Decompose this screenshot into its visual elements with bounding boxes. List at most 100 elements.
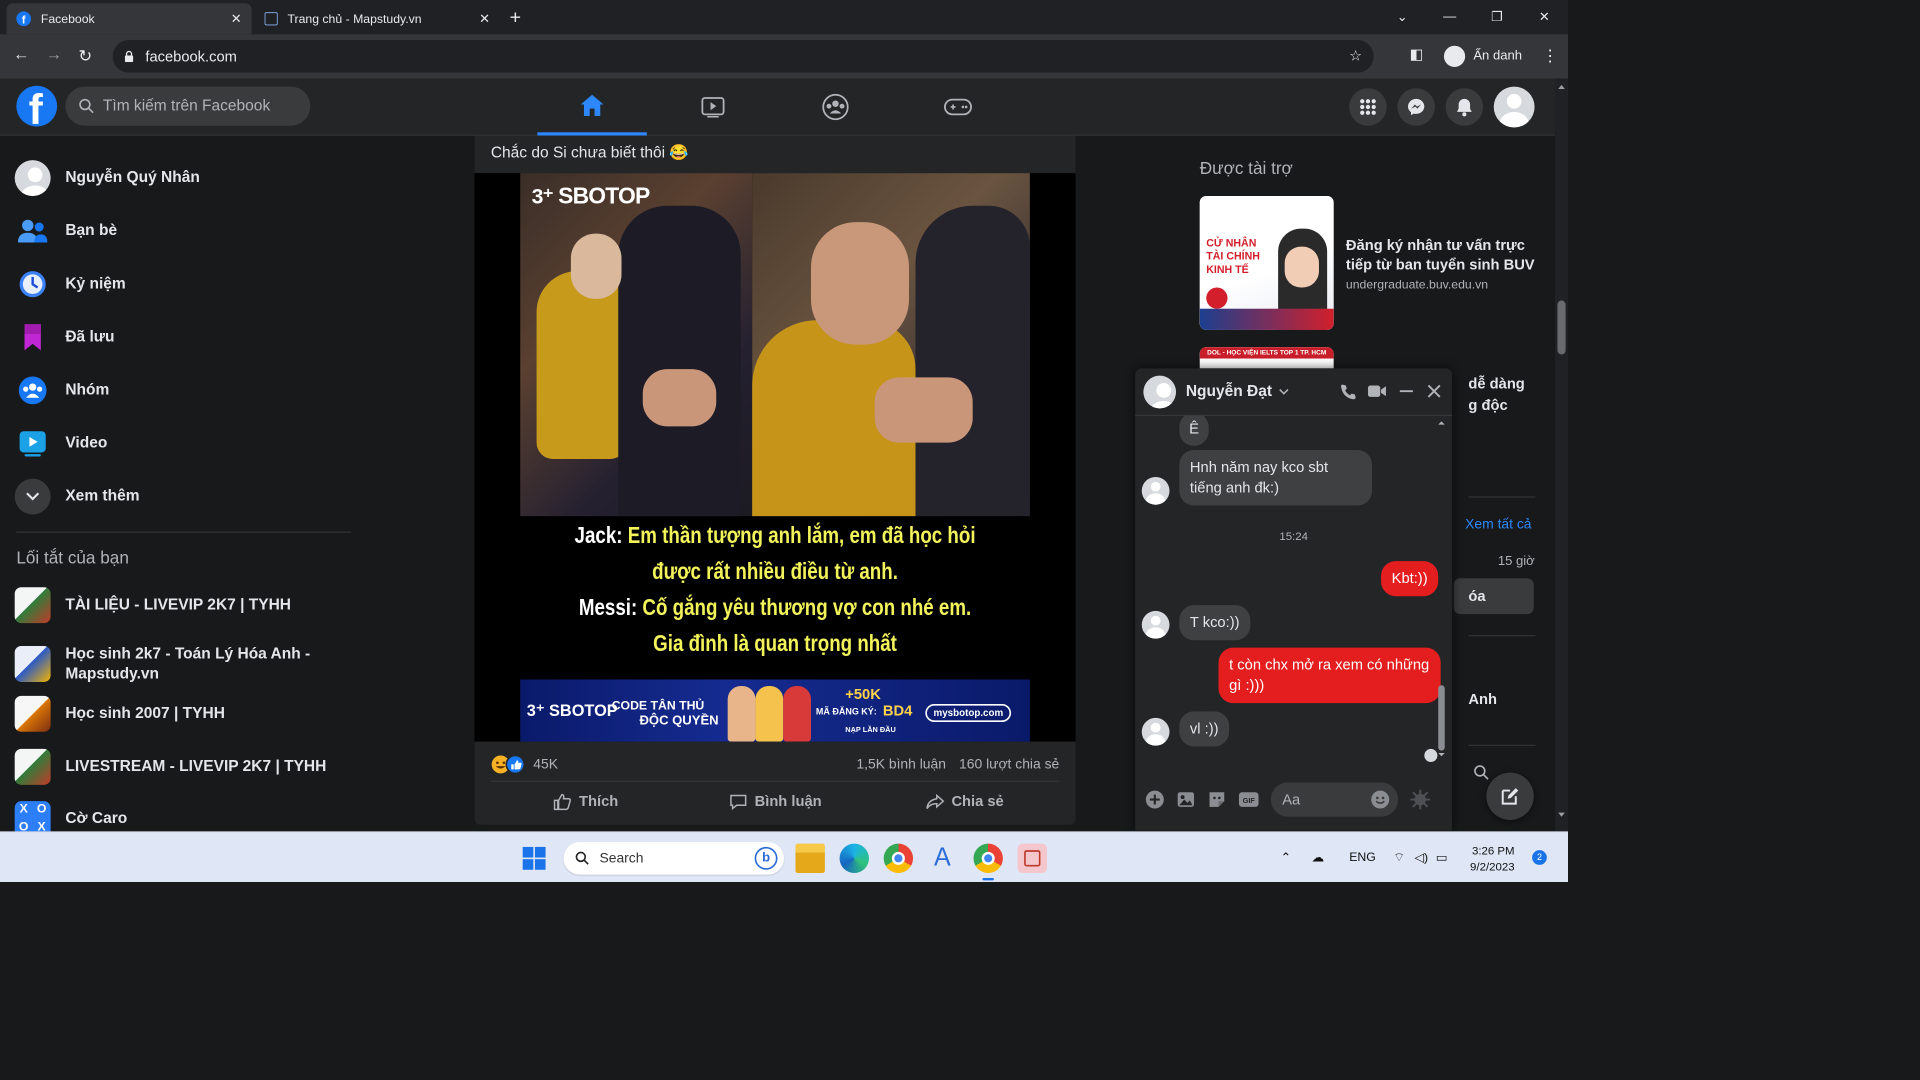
notifications-button[interactable] <box>1445 88 1484 126</box>
chrome-icon[interactable] <box>883 843 914 874</box>
volume-icon[interactable]: ◁) <box>1415 850 1429 865</box>
close-tab-icon[interactable]: ✕ <box>231 11 242 27</box>
post-image[interactable]: 3⁺ SBOTOP Jack: Em thần tượng anh lắm, e… <box>474 173 1076 742</box>
tab-search-icon[interactable]: ⌄ <box>1379 9 1426 25</box>
minimize-icon[interactable] <box>1398 383 1414 399</box>
chat-header[interactable]: Nguyễn Đạt <box>1135 368 1453 416</box>
app-icon[interactable] <box>1017 843 1048 874</box>
share-button[interactable]: Chia sẻ <box>870 782 1059 822</box>
incognito-badge[interactable]: Ẩn danh <box>1437 41 1528 72</box>
phone-icon[interactable] <box>1339 383 1356 400</box>
taskbar-clock[interactable]: 3:26 PM 9/2/2023 <box>1470 842 1515 875</box>
app-icon[interactable]: Ａ <box>928 844 957 873</box>
shortcut-item[interactable]: TÀI LIỆU - LIVEVIP 2K7 | TYHH <box>14 584 358 626</box>
scroll-thumb[interactable] <box>1438 685 1445 751</box>
restore-button[interactable]: ❐ <box>1473 9 1520 25</box>
notification-badge[interactable]: 2 <box>1532 850 1547 865</box>
message-bubble[interactable]: Ê <box>1179 415 1209 446</box>
image-icon[interactable] <box>1176 790 1196 810</box>
chat-composer: GIF Aa <box>1135 769 1452 831</box>
page-scrollbar[interactable] <box>1554 78 1569 832</box>
shortcut-item[interactable]: Học sinh 2k7 - Toán Lý Hóa Anh - Mapstud… <box>14 639 358 690</box>
quick-reaction-icon[interactable] <box>1410 789 1431 810</box>
emoji-icon[interactable] <box>1370 790 1390 810</box>
back-button[interactable]: ← <box>13 46 29 65</box>
close-tab-icon[interactable]: ✕ <box>479 11 490 27</box>
bookmark-star-icon[interactable]: ☆ <box>1349 47 1362 64</box>
forward-button[interactable]: → <box>46 46 62 65</box>
reload-button[interactable]: ↻ <box>78 46 92 66</box>
partial-label: Anh <box>1468 690 1498 708</box>
browser-menu-icon[interactable]: ⋮ <box>1542 46 1558 66</box>
messenger-button[interactable] <box>1397 88 1435 126</box>
message-bubble[interactable]: Hnh năm nay kco sbt tiếng anh đk:) <box>1179 450 1373 506</box>
shortcut-item[interactable]: LIVESTREAM - LIVEVIP 2K7 | TYHH <box>14 746 358 788</box>
chat-scrollbar[interactable] <box>1437 419 1445 762</box>
like-icon <box>553 793 571 810</box>
video-call-icon[interactable] <box>1367 384 1387 399</box>
facebook-logo-icon[interactable]: f <box>16 85 58 127</box>
tab-watch[interactable] <box>658 78 767 135</box>
message-bubble[interactable]: vl :)) <box>1179 711 1230 747</box>
sidebar-item-profile[interactable]: Nguyễn Quý Nhân <box>14 157 200 199</box>
like-button[interactable]: Thích <box>491 782 680 822</box>
sidebar-item-friends[interactable]: Bạn bè <box>15 210 117 252</box>
shares-count[interactable]: 160 lượt chia sẻ <box>959 756 1059 772</box>
bing-icon[interactable]: b <box>754 846 778 870</box>
language-indicator[interactable]: ENG <box>1349 850 1376 864</box>
tab-mapstudy[interactable]: Trang chủ - Mapstudy.vn ✕ <box>255 3 500 34</box>
file-explorer-icon[interactable] <box>795 843 825 874</box>
menu-grid-button[interactable] <box>1349 88 1387 126</box>
facebook-search-input[interactable]: Tìm kiếm trên Facebook <box>65 86 311 126</box>
shortcut-item[interactable]: Học sinh 2007 | TYHH <box>14 693 358 735</box>
comment-button[interactable]: Bình luận <box>680 782 869 822</box>
new-message-button[interactable] <box>1486 772 1534 820</box>
minimize-button[interactable]: — <box>1426 10 1473 25</box>
taskbar-search[interactable]: Search b <box>563 842 785 875</box>
message-bubble[interactable]: Kbt:)) <box>1381 561 1439 597</box>
chevron-down-icon[interactable] <box>1278 388 1289 395</box>
close-window-button[interactable]: ✕ <box>1521 9 1568 25</box>
new-tab-button[interactable]: + <box>510 7 521 30</box>
url-text: facebook.com <box>145 47 237 65</box>
sidebar-item-see-more[interactable]: Xem thêm <box>14 475 140 517</box>
message-bubble[interactable]: T kco:)) <box>1179 605 1251 641</box>
address-bar[interactable]: facebook.com ☆ <box>112 40 1374 73</box>
tab-gaming[interactable] <box>903 78 1012 135</box>
ad-title[interactable]: Đăng ký nhận tư vấn trực tiếp từ ban tuy… <box>1346 235 1542 274</box>
plus-circle-icon[interactable] <box>1145 790 1165 810</box>
reactions-count[interactable]: 45K <box>533 756 558 772</box>
wifi-icon[interactable]: ⌔ <box>1393 850 1405 866</box>
video-icon <box>19 431 46 457</box>
network-off-icon[interactable]: ☁ <box>1312 850 1324 865</box>
sidebar-item-groups[interactable]: Nhóm <box>15 369 109 411</box>
chrome-icon[interactable] <box>973 843 1003 874</box>
tab-groups[interactable] <box>781 78 890 135</box>
sidebar-item-memories[interactable]: Kỷ niệm <box>15 263 126 305</box>
sidebar-item-saved[interactable]: Đã lưu <box>15 316 115 358</box>
battery-icon[interactable]: ▭ <box>1436 850 1448 865</box>
scroll-thumb[interactable] <box>1557 300 1566 355</box>
chat-contact-name[interactable]: Nguyễn Đạt <box>1186 383 1272 401</box>
timestamp: 15 giờ <box>1497 554 1535 569</box>
tab-facebook[interactable]: f Facebook ✕ <box>6 3 252 35</box>
edge-icon[interactable] <box>839 843 869 874</box>
gif-icon[interactable]: GIF <box>1238 791 1259 809</box>
tab-home[interactable] <box>537 78 647 136</box>
see-all-link[interactable]: Xem tất cả <box>1465 516 1531 532</box>
comments-count[interactable]: 1,5K bình luận <box>856 756 946 772</box>
sidebar-item-video[interactable]: Video <box>15 422 107 464</box>
tray-expand-icon[interactable]: ⌃ <box>1281 850 1291 865</box>
side-panel-icon[interactable]: ◧ <box>1410 46 1424 63</box>
close-icon[interactable] <box>1426 383 1442 399</box>
account-avatar-button[interactable] <box>1493 86 1535 128</box>
windows-start-icon[interactable] <box>522 846 546 870</box>
sticker-icon[interactable] <box>1207 790 1227 810</box>
ad-image-2[interactable]: DOL - HỌC VIỆN IELTS TOP 1 TP. HCM <box>1199 347 1334 369</box>
message-input[interactable]: Aa <box>1270 782 1399 817</box>
sidebar-item-label: Kỷ niệm <box>65 275 126 293</box>
search-icon[interactable] <box>1473 764 1489 780</box>
partial-button[interactable] <box>1453 578 1534 615</box>
message-bubble[interactable]: t còn chx mở ra xem có những gì :))) <box>1218 647 1441 704</box>
ad-image[interactable]: CỬ NHÂN TÀI CHÍNH KINH TẾ <box>1199 196 1334 330</box>
